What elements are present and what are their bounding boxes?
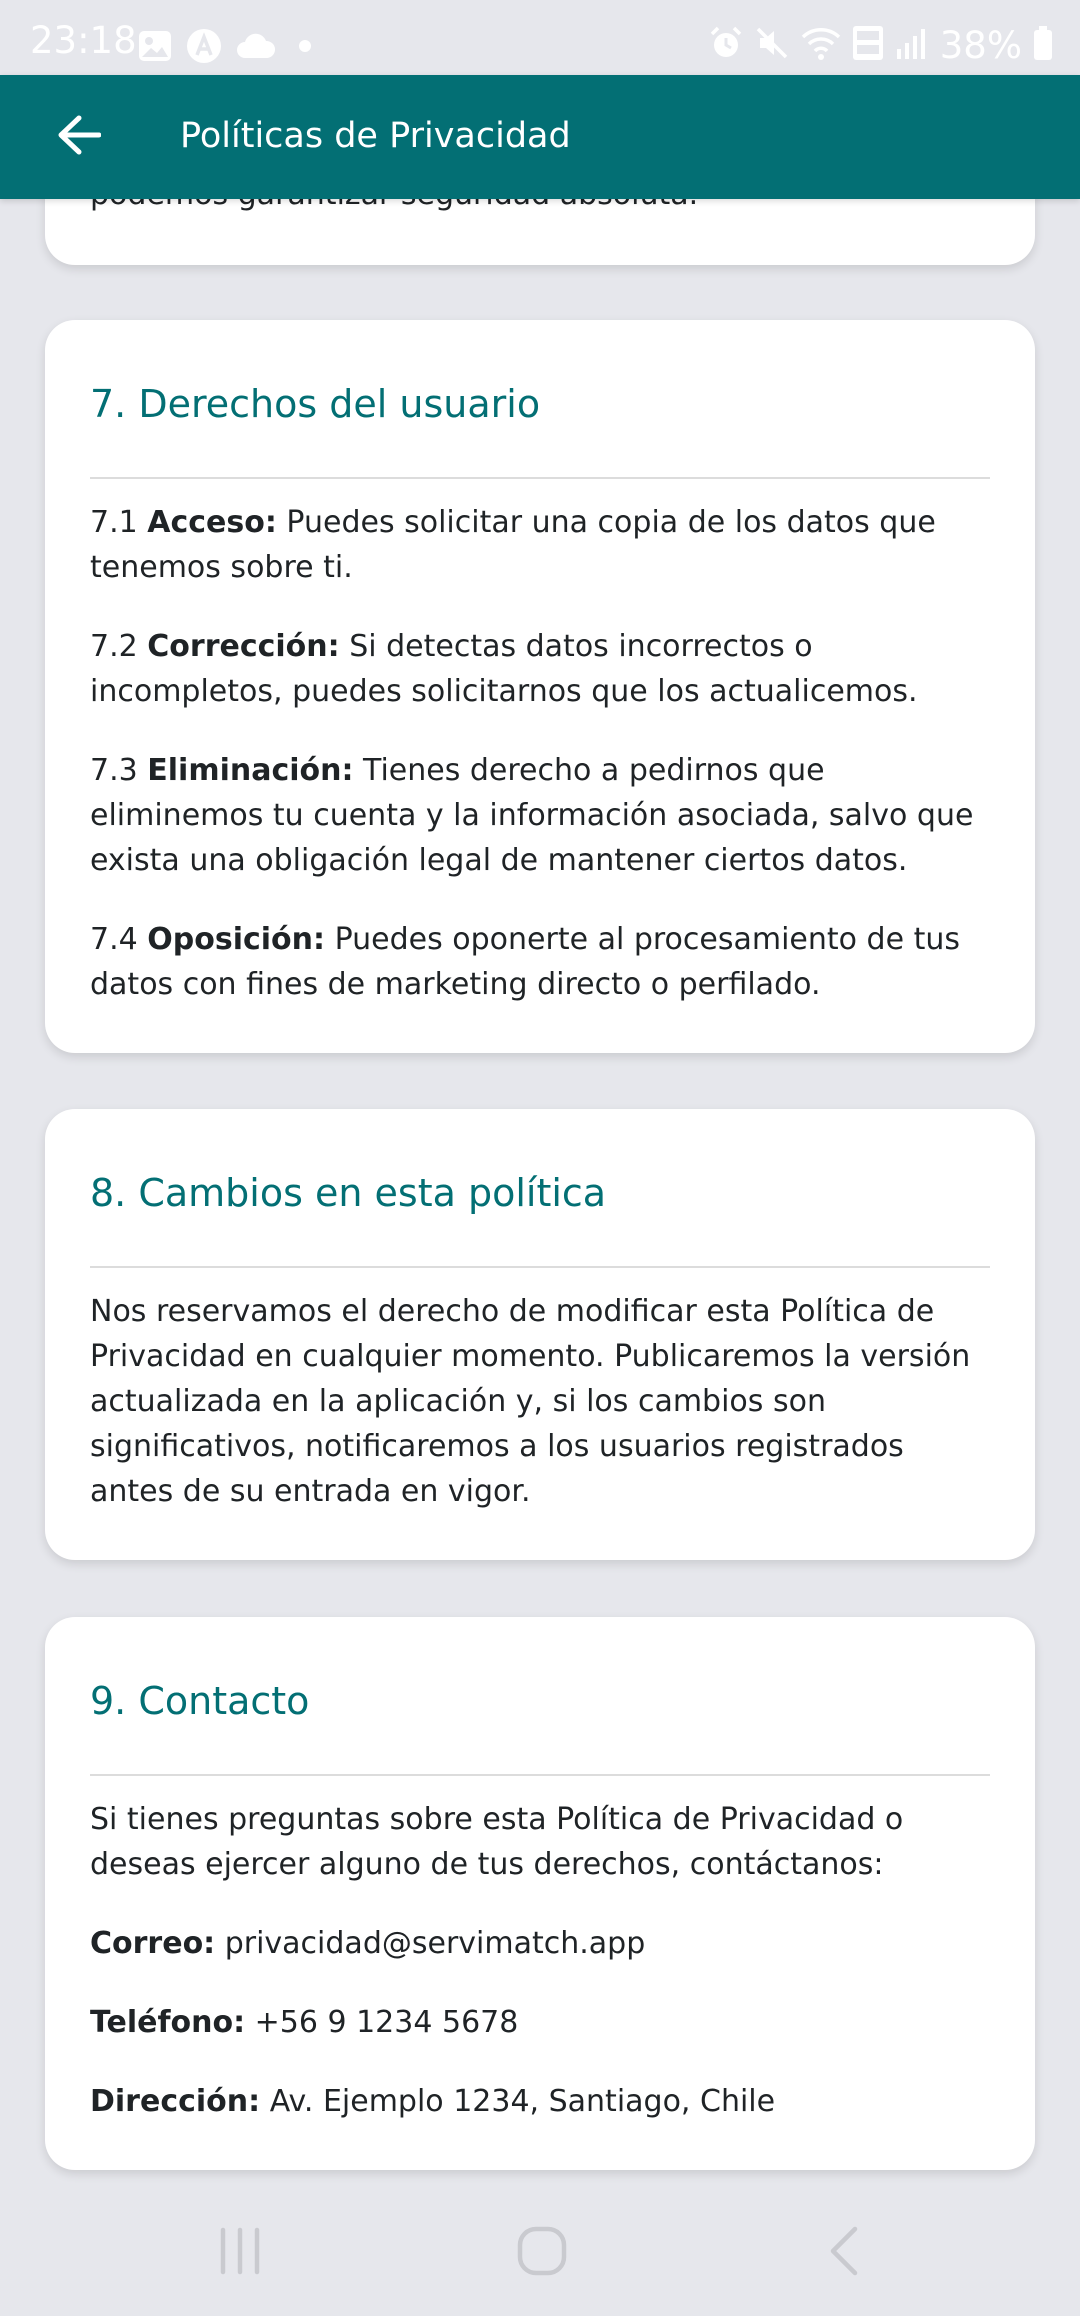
email-link[interactable]: privacidad@servimatch.app: [215, 1926, 646, 1961]
contact-phone: Teléfono: +56 9 1234 5678: [90, 2005, 519, 2040]
list-item: 7.3 Eliminación: Tienes derecho a pedirn…: [90, 753, 974, 878]
recents-icon: [215, 2226, 265, 2280]
system-nav-bar: [0, 2190, 1080, 2316]
list-item: 7.2 Corrección: Si detectas datos incorr…: [90, 629, 918, 709]
section-title: 7. Derechos del usuario: [90, 382, 541, 426]
home-icon: [516, 2225, 568, 2281]
section-card-contact: 9. Contacto Si tienes preguntas sobre es…: [45, 1617, 1035, 2170]
list-item: 7.1 Acceso: Puedes solicitar una copia d…: [90, 505, 936, 585]
section-title: 8. Cambios en esta política: [90, 1171, 607, 1215]
section-body: Nos reservamos el derecho de modificar e…: [90, 1294, 971, 1509]
recents-button[interactable]: [200, 2218, 280, 2288]
section-title: 9. Contacto: [90, 1679, 310, 1723]
page-title: Políticas de Privacidad: [180, 116, 571, 156]
divider: [90, 1266, 990, 1268]
contact-address: Dirección: Av. Ejemplo 1234, Santiago, C…: [90, 2084, 776, 2119]
policy-content[interactable]: podemos garantizar seguridad absoluta. 7…: [0, 0, 1080, 2316]
contact-intro: Si tienes preguntas sobre esta Política …: [90, 1802, 904, 1882]
section-card-rights: 7. Derechos del usuario 7.1 Acceso: Pued…: [45, 320, 1035, 1053]
app-bar: Políticas de Privacidad: [0, 75, 1080, 199]
phone-link[interactable]: +56 9 1234 5678: [245, 2005, 519, 2040]
home-button[interactable]: [502, 2218, 582, 2288]
back-icon: [825, 2225, 865, 2281]
contact-block: Si tienes preguntas sobre esta Política …: [90, 1797, 995, 2124]
arrow-left-icon: [57, 115, 102, 159]
rights-list: 7.1 Acceso: Puedes solicitar una copia d…: [90, 500, 995, 1007]
nav-back-button[interactable]: [805, 2218, 885, 2288]
contact-email: Correo: privacidad@servimatch.app: [90, 1926, 646, 1961]
list-item: 7.4 Oposición: Puedes oponerte al proces…: [90, 922, 960, 1002]
divider: [90, 477, 990, 479]
section-card-changes: 8. Cambios en esta política Nos reservam…: [45, 1109, 1035, 1560]
back-button[interactable]: [44, 105, 114, 169]
divider: [90, 1774, 990, 1776]
